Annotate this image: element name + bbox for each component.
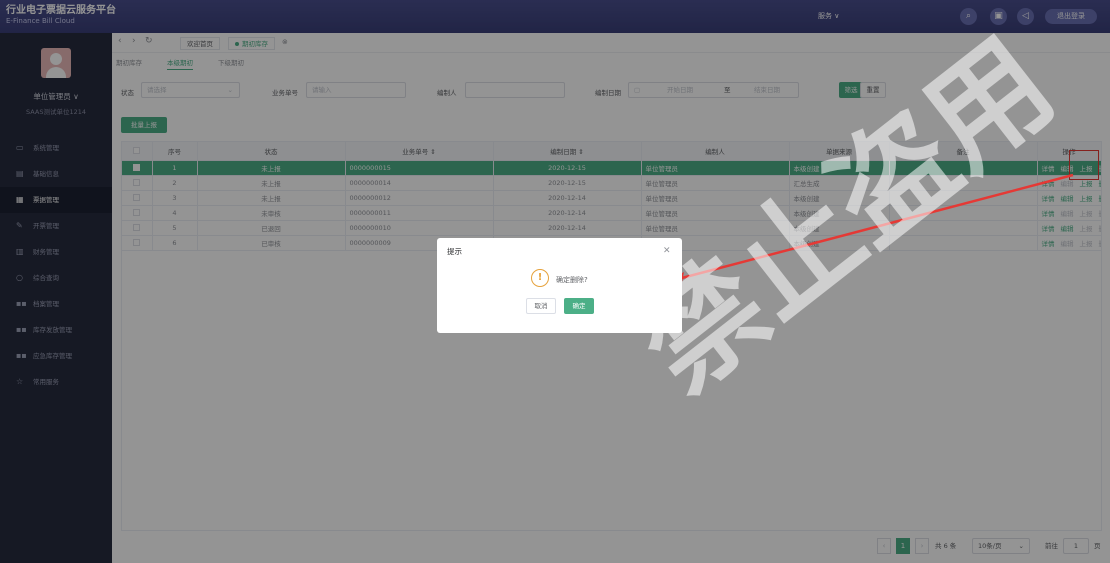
close-icon[interactable]: ✕	[663, 246, 671, 256]
confirm-button[interactable]: 确定	[564, 298, 594, 314]
warning-icon: !	[531, 269, 549, 287]
confirm-dialog: 提示 ✕ ! 确定删除? 取消 确定	[437, 238, 682, 333]
cancel-button[interactable]: 取消	[526, 298, 556, 314]
dialog-message: 确定删除?	[556, 276, 588, 284]
app: 行业电子票据云服务平台 E-Finance Bill Cloud 服务 ∨ ⌕ …	[0, 0, 1110, 563]
dialog-title: 提示	[447, 247, 462, 256]
